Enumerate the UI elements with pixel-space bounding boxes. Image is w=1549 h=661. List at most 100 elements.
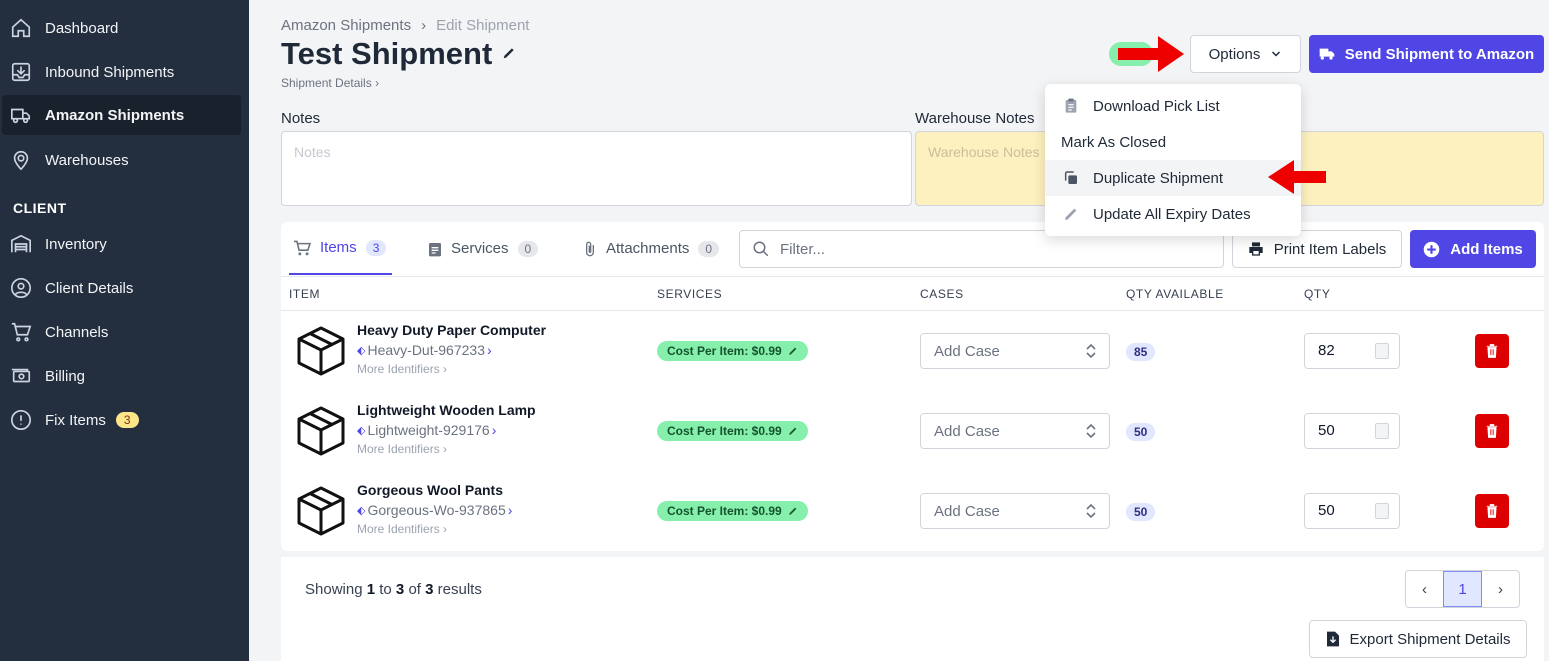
previous-page-button[interactable]: ‹: [1406, 571, 1443, 607]
service-badge[interactable]: Cost Per Item: $0.99: [657, 341, 808, 361]
next-page-button[interactable]: ›: [1482, 571, 1519, 607]
qty-stepper[interactable]: [1375, 343, 1389, 359]
item-name-link[interactable]: Heavy Duty Paper Computer: [357, 322, 546, 338]
add-case-label: Add Case: [934, 342, 1000, 360]
more-identifiers-link[interactable]: More Identifiers ›: [357, 442, 447, 456]
more-identifiers-link[interactable]: More Identifiers ›: [357, 362, 447, 376]
item-name-link[interactable]: Lightweight Wooden Lamp: [357, 402, 536, 418]
amazon-tag-icon: ⬖: [357, 504, 366, 517]
red-arrow-right-icon: [1118, 36, 1184, 72]
add-case-select[interactable]: Add Case: [920, 333, 1110, 369]
add-case-select[interactable]: Add Case: [920, 493, 1110, 529]
user-circle-icon: [10, 277, 32, 299]
sidebar-item-amazon-shipments[interactable]: Amazon Shipments: [2, 95, 241, 135]
results-word: results: [437, 581, 482, 598]
menu-item-duplicate-shipment[interactable]: Duplicate Shipment: [1045, 160, 1301, 196]
menu-item-download-pick-list[interactable]: Download Pick List: [1045, 88, 1301, 124]
more-identifiers-link[interactable]: More Identifiers ›: [357, 522, 447, 536]
service-badge[interactable]: Cost Per Item: $0.99: [657, 501, 808, 521]
more-identifiers-label: More Identifiers: [357, 362, 440, 376]
tab-label: Attachments: [606, 240, 690, 257]
tab-services[interactable]: Services 0: [428, 222, 539, 275]
chevron-up-down-icon: [1086, 423, 1096, 439]
breadcrumb: Amazon Shipments › Edit Shipment: [281, 17, 529, 34]
trash-icon: [1486, 424, 1498, 438]
amazon-tag-icon: ⬖: [357, 424, 366, 437]
sidebar-item-channels[interactable]: Channels: [2, 312, 241, 352]
package-box-icon: [297, 486, 345, 536]
sidebar-item-label: Dashboard: [45, 19, 119, 37]
sidebar-item-inbound-shipments[interactable]: Inbound Shipments: [2, 52, 241, 92]
service-badge[interactable]: Cost Per Item: $0.99: [657, 421, 808, 441]
item-sku-link[interactable]: ⬖ Gorgeous-Wo-937865 ›: [357, 502, 512, 518]
filter-placeholder: Filter...: [780, 240, 826, 258]
menu-item-label: Duplicate Shipment: [1093, 169, 1224, 187]
shipment-details-link[interactable]: Shipment Details ›: [281, 76, 379, 90]
delete-item-button[interactable]: [1475, 494, 1509, 528]
sidebar-item-dashboard[interactable]: Dashboard: [2, 8, 241, 48]
sidebar-item-fix-items[interactable]: Fix Items 3: [2, 400, 241, 440]
pencil-icon: [788, 507, 797, 515]
subcrumb-label: Shipment Details: [281, 76, 372, 90]
chevron-up-down-icon: [1086, 343, 1096, 359]
delete-item-button[interactable]: [1475, 414, 1509, 448]
items-card: Items 3 Services 0 Attachments 0 Filter.…: [281, 222, 1544, 551]
sidebar-item-client-details[interactable]: Client Details: [2, 268, 241, 308]
qty-input[interactable]: 82: [1304, 333, 1400, 369]
tab-items[interactable]: Items 3: [289, 222, 392, 275]
column-header-services: SERVICES: [657, 287, 723, 301]
breadcrumb-current: Edit Shipment: [436, 17, 530, 34]
options-button[interactable]: Options: [1190, 35, 1301, 73]
qty-input[interactable]: 50: [1304, 413, 1400, 449]
qty-value: 50: [1318, 502, 1335, 519]
item-name-link[interactable]: Gorgeous Wool Pants: [357, 482, 503, 498]
pencil-icon: [788, 427, 797, 435]
send-shipment-button[interactable]: Send Shipment to Amazon: [1309, 35, 1544, 73]
notes-textarea[interactable]: Notes: [281, 131, 912, 206]
qty-stepper[interactable]: [1375, 503, 1389, 519]
sidebar-item-warehouses[interactable]: Warehouses: [2, 140, 241, 180]
qty-input[interactable]: 50: [1304, 493, 1400, 529]
delete-item-button[interactable]: [1475, 334, 1509, 368]
warehouse-notes-label: Warehouse Notes: [915, 110, 1035, 127]
chevron-right-icon: ›: [1498, 580, 1503, 598]
more-identifiers-label: More Identifiers: [357, 442, 440, 456]
pencil-icon[interactable]: [502, 46, 516, 60]
service-label: Cost Per Item: $0.99: [667, 344, 782, 358]
chevron-down-icon: [1272, 51, 1281, 57]
menu-item-update-expiry-dates[interactable]: Update All Expiry Dates: [1045, 196, 1301, 232]
sidebar-item-inventory[interactable]: Inventory: [2, 224, 241, 264]
chevron-right-icon: ›: [421, 17, 427, 34]
table-row: Heavy Duty Paper Computer ⬖ Heavy-Dut-96…: [281, 311, 1544, 391]
pencil-icon: [788, 347, 797, 355]
of-word: of: [408, 581, 421, 598]
chevron-up-down-icon: [1086, 503, 1096, 519]
options-label: Options: [1208, 45, 1261, 63]
item-sku-link[interactable]: ⬖ Heavy-Dut-967233 ›: [357, 342, 492, 358]
page-button-current[interactable]: 1: [1443, 571, 1482, 607]
cart-icon: [10, 321, 32, 343]
showing-word: Showing: [305, 581, 363, 598]
add-case-select[interactable]: Add Case: [920, 413, 1110, 449]
truck-icon: [1319, 48, 1335, 60]
menu-item-mark-as-closed[interactable]: Mark As Closed: [1045, 124, 1301, 160]
package-box-icon: [297, 326, 345, 376]
qty-stepper[interactable]: [1375, 423, 1389, 439]
breadcrumb-root-link[interactable]: Amazon Shipments: [281, 17, 411, 34]
export-shipment-details-button[interactable]: Export Shipment Details: [1309, 620, 1527, 658]
clipboard-icon: [429, 242, 441, 256]
add-items-button[interactable]: Add Items: [1410, 230, 1536, 268]
sidebar-item-billing[interactable]: Billing: [2, 356, 241, 396]
more-identifiers-label: More Identifiers: [357, 522, 440, 536]
table-row: Lightweight Wooden Lamp ⬖ Lightweight-92…: [281, 391, 1544, 471]
chevron-left-icon: ‹: [1422, 580, 1427, 598]
sidebar-item-label: Inbound Shipments: [45, 63, 175, 81]
item-sku-link[interactable]: ⬖ Lightweight-929176 ›: [357, 422, 496, 438]
results-to: 3: [395, 581, 405, 598]
tab-attachments[interactable]: Attachments 0: [583, 222, 720, 275]
service-label: Cost Per Item: $0.99: [667, 504, 782, 518]
add-items-label: Add Items: [1450, 240, 1523, 258]
results-from: 1: [366, 581, 376, 598]
home-icon: [10, 17, 32, 39]
pagination-footer: Showing 1 to 3 of 3 results ‹ 1 › Export…: [281, 557, 1544, 661]
